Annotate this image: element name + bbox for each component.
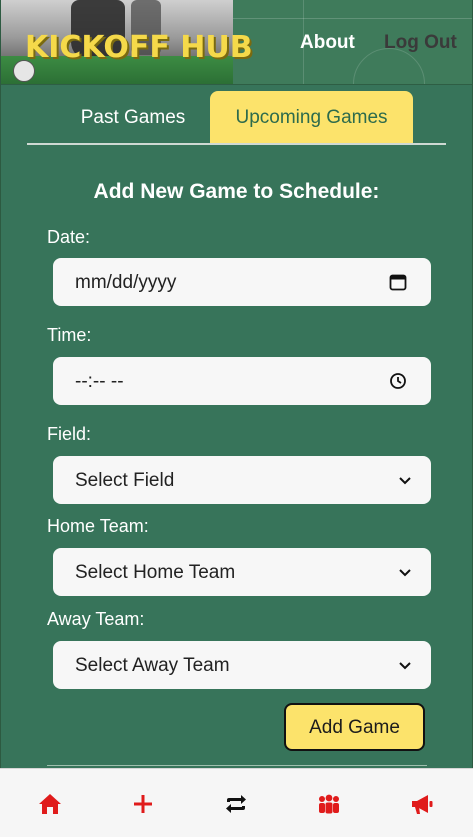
- home-icon: [39, 794, 61, 814]
- away-team-select[interactable]: Select Away Team: [53, 641, 431, 689]
- away-team-select-value: Select Away Team: [75, 655, 230, 676]
- bottom-nav: [0, 768, 473, 837]
- time-input[interactable]: --:-- --: [53, 357, 431, 405]
- field-select[interactable]: Select Field: [53, 456, 431, 504]
- nav-teams[interactable]: [316, 791, 342, 817]
- nav-add[interactable]: [130, 791, 156, 817]
- game-tabs: Past Games Upcoming Games: [27, 91, 446, 145]
- field-label: Field:: [47, 424, 92, 444]
- app-logo[interactable]: KICKOFF HUB: [25, 30, 253, 65]
- date-label: Date:: [47, 227, 91, 247]
- divider: [47, 765, 427, 766]
- calendar-icon[interactable]: [389, 273, 407, 291]
- nav-swap[interactable]: [223, 791, 249, 817]
- people-icon: [319, 794, 339, 814]
- clock-icon[interactable]: [389, 372, 407, 390]
- chevron-down-icon: [399, 569, 411, 577]
- field-select-value: Select Field: [75, 470, 175, 491]
- home-team-select-value: Select Home Team: [75, 562, 236, 583]
- header: KICKOFF HUB About Log Out: [1, 0, 472, 85]
- chevron-down-icon: [399, 477, 411, 485]
- about-link[interactable]: About: [300, 32, 355, 54]
- app-root: KICKOFF HUB About Log Out Past Games Upc…: [0, 0, 473, 836]
- logout-link[interactable]: Log Out: [384, 32, 457, 54]
- home-team-label: Home Team:: [47, 516, 149, 536]
- megaphone-icon: [412, 795, 433, 814]
- add-game-button[interactable]: Add Game: [284, 703, 425, 751]
- date-input[interactable]: mm/dd/yyyy: [53, 258, 431, 306]
- home-team-select[interactable]: Select Home Team: [53, 548, 431, 596]
- tab-past-games[interactable]: Past Games: [63, 91, 203, 143]
- nav-announcements[interactable]: [409, 791, 435, 817]
- time-placeholder: --:-- --: [75, 371, 124, 392]
- nav-home[interactable]: [37, 791, 63, 817]
- chevron-down-icon: [399, 662, 411, 670]
- away-team-label: Away Team:: [47, 609, 145, 629]
- repeat-icon: [226, 795, 246, 813]
- plus-icon: [134, 795, 152, 813]
- tab-upcoming-games[interactable]: Upcoming Games: [210, 91, 413, 143]
- form-title: Add New Game to Schedule:: [93, 180, 380, 203]
- date-placeholder: mm/dd/yyyy: [75, 272, 177, 293]
- time-label: Time:: [47, 325, 92, 345]
